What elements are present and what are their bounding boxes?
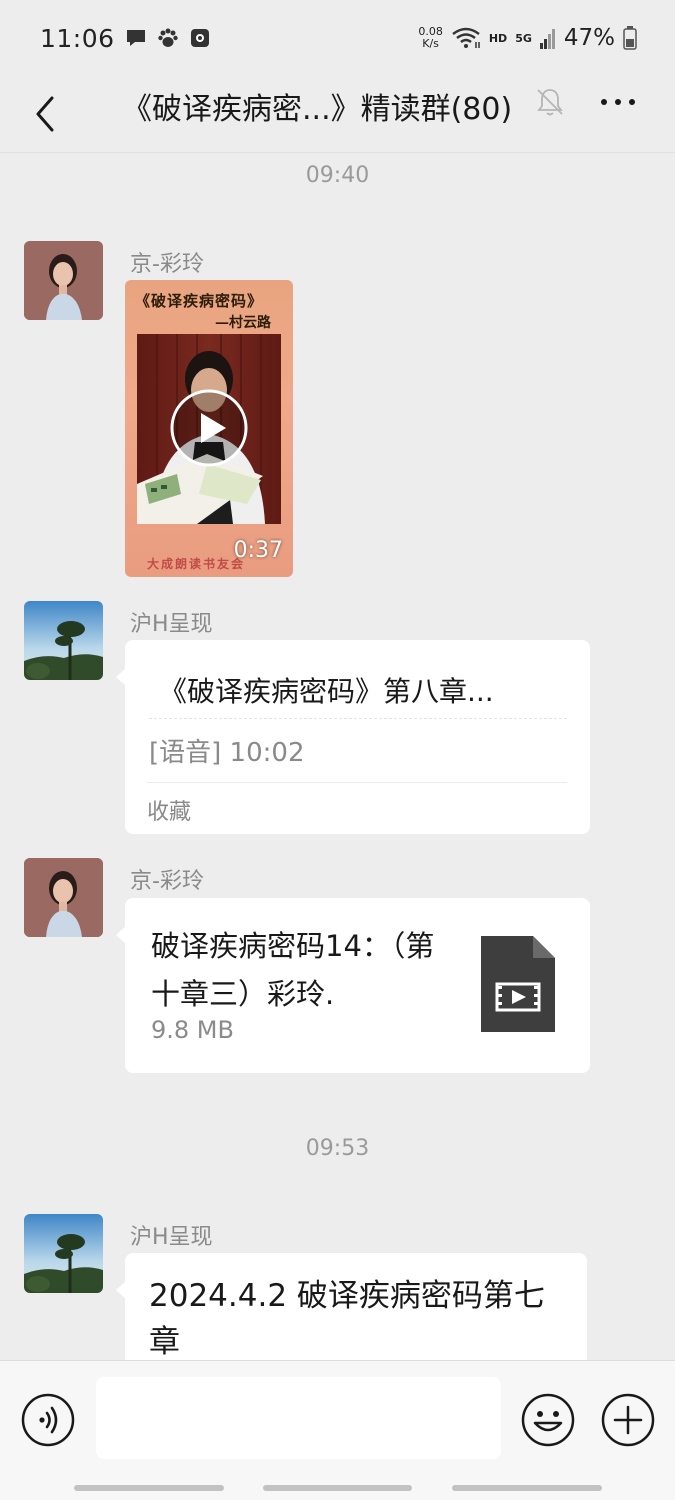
wifi-icon: [452, 27, 480, 48]
avatar-landscape-image: [24, 601, 103, 680]
avatar[interactable]: [24, 858, 103, 937]
voice-input-icon[interactable]: [21, 1393, 75, 1447]
avatar[interactable]: [24, 601, 103, 680]
avatar[interactable]: [24, 241, 103, 320]
video-title: 《破译疾病密码》: [135, 292, 264, 310]
message-text: 2024.4.2 破译疾病密码第七章: [149, 1278, 545, 1360]
file-message[interactable]: 破译疾病密码14：（第十章三）彩玲. 9.8 MB: [116, 898, 590, 1073]
dotted-divider: [149, 718, 567, 719]
avatar-woman-image: [24, 241, 103, 320]
favorite-voice-card[interactable]: 《破译疾病密码》第八章... [语音] 10:02 收藏: [116, 640, 590, 834]
avatar[interactable]: [24, 1214, 103, 1293]
app-notification-icon: [190, 29, 209, 47]
video-footer-text: 大成朗读书友会: [147, 557, 246, 571]
sender-name: 京-彩玲: [130, 252, 204, 277]
card-source: 收藏: [147, 800, 192, 825]
sender-name: 沪H呈现: [130, 1225, 213, 1250]
status-right: 0.08 K/s HD 5G 47%: [418, 25, 637, 51]
input-bar: [0, 1360, 675, 1500]
more-options-icon[interactable]: [596, 86, 640, 118]
video-author: —村云路: [215, 315, 271, 331]
emoji-icon[interactable]: [521, 1393, 575, 1447]
status-bar: 11:06 0.08 K/s HD 5G 47%: [0, 0, 675, 76]
gesture-handle-center: [263, 1485, 412, 1491]
hd-label: HD: [488, 31, 508, 45]
sender-name: 沪H呈现: [130, 612, 213, 637]
status-left: 11:06: [40, 24, 211, 53]
signal-icon: [539, 29, 555, 49]
play-icon[interactable]: [169, 388, 249, 468]
chat-header: 《破译疾病密...》精读群(80): [0, 76, 675, 152]
avatar-landscape-image: [24, 1214, 103, 1293]
mute-bell-icon: [537, 89, 563, 116]
file-name: 破译疾病密码14：（第十章三）彩玲.: [151, 929, 435, 1011]
network-type: 5G: [515, 31, 532, 45]
gesture-handle-right: [452, 1485, 602, 1491]
header-divider: [0, 152, 675, 153]
avatar-woman-image: [24, 858, 103, 937]
net-speed: 0.08 K/s: [418, 26, 443, 50]
voice-duration: [语音] 10:02: [149, 738, 305, 768]
video-file-icon: [481, 936, 555, 1032]
gesture-handle-left: [74, 1485, 224, 1491]
back-icon[interactable]: [28, 88, 64, 140]
card-divider: [147, 782, 567, 783]
plus-icon[interactable]: [601, 1393, 655, 1447]
battery-icon: [623, 26, 637, 50]
sender-name: 京-彩玲: [130, 869, 204, 894]
file-size: 9.8 MB: [151, 1016, 234, 1044]
time-separator: 09:53: [305, 1136, 370, 1161]
video-message[interactable]: 《破译疾病密码》 —村云路 0:37 大成朗读书友会: [125, 280, 293, 577]
chat-title: 《破译疾病密...》精读群(80): [122, 92, 513, 127]
card-title: 《破译疾病密码》第八章...: [159, 675, 494, 708]
message-input[interactable]: [96, 1377, 501, 1459]
message-notification-icon: [126, 30, 145, 46]
net-speed-unit: K/s: [422, 37, 439, 50]
status-time: 11:06: [40, 23, 115, 53]
paw-notification-icon: [157, 28, 178, 47]
battery-percent: 47%: [563, 25, 615, 51]
time-separator: 09:40: [305, 163, 370, 188]
